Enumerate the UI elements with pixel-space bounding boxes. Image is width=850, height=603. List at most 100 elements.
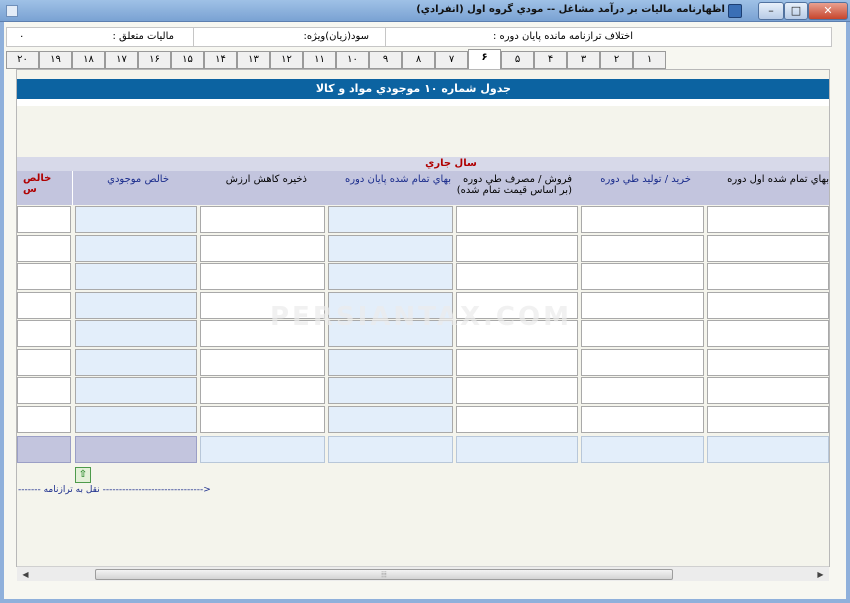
tab-18[interactable]: ۱۸ bbox=[72, 51, 105, 69]
column-header-sales: فروش / مصرف طي دوره (بر اساس قيمت تمام ش… bbox=[457, 174, 572, 196]
minimize-button[interactable]: – bbox=[758, 2, 784, 20]
maximize-button[interactable]: □ bbox=[784, 2, 808, 20]
tab-strip: ۱ ۲ ۳ ۴ ۵ ۶ ۷ ۸ ۹ ۱۰ ۱۱ ۱۲ ۱۳ ۱۴ ۱۵ ۱۶ ۱۷ ۱۸ ۱۹ ۲۰ bbox=[6, 49, 666, 69]
input-cell-net-partial[interactable] bbox=[17, 320, 71, 347]
input-cell-net-inventory[interactable] bbox=[75, 263, 197, 290]
input-cell-closing-cost[interactable] bbox=[328, 234, 453, 262]
title-bar: اظهارنامه ماليات بر درآمد مشاغل -- مودي … bbox=[0, 0, 850, 22]
input-cell-sales[interactable] bbox=[456, 348, 578, 376]
column-header-impairment: ذخيره کاهش ارزش bbox=[225, 174, 307, 185]
input-cell-sales[interactable] bbox=[456, 263, 578, 290]
tab-14[interactable]: ۱۴ bbox=[204, 51, 237, 69]
input-cell-sales[interactable] bbox=[456, 405, 578, 433]
input-cell-closing-cost[interactable] bbox=[328, 377, 453, 404]
tab-19[interactable]: ۱۹ bbox=[39, 51, 72, 69]
input-cell-net-inventory[interactable] bbox=[75, 206, 197, 233]
input-cell-opening-cost[interactable] bbox=[707, 377, 829, 404]
input-cell-purchases[interactable] bbox=[581, 291, 704, 319]
input-cell-purchases[interactable] bbox=[581, 377, 704, 404]
tax-value: ۰ bbox=[19, 31, 25, 42]
input-cell-net-inventory[interactable] bbox=[75, 348, 197, 376]
tab-8[interactable]: ۸ bbox=[402, 51, 435, 69]
total-cell-net-partial bbox=[17, 436, 71, 463]
input-cell-impairment-reserve[interactable] bbox=[200, 263, 325, 290]
left-group-header bbox=[17, 157, 73, 171]
horizontal-scrollbar[interactable]: ◀ ⦙⦙⦙ ▶ bbox=[17, 566, 829, 581]
tab-16[interactable]: ۱۶ bbox=[138, 51, 171, 69]
input-cell-net-partial[interactable] bbox=[17, 377, 71, 404]
input-cell-purchases[interactable] bbox=[581, 320, 704, 347]
scroll-left-icon[interactable]: ◀ bbox=[19, 568, 32, 581]
tab-2[interactable]: ۲ bbox=[600, 51, 633, 69]
tab-7[interactable]: ۷ bbox=[435, 51, 468, 69]
input-cell-closing-cost[interactable] bbox=[328, 263, 453, 290]
input-cell-impairment-reserve[interactable] bbox=[200, 206, 325, 233]
tab-3[interactable]: ۳ bbox=[567, 51, 600, 69]
title-underline bbox=[17, 99, 829, 106]
tab-11[interactable]: ۱۱ bbox=[303, 51, 336, 69]
input-cell-net-inventory[interactable] bbox=[75, 234, 197, 262]
input-cell-opening-cost[interactable] bbox=[707, 320, 829, 347]
total-cell-sales bbox=[456, 436, 578, 463]
watermark: PERSIANTAX.COM bbox=[270, 302, 572, 332]
input-cell-purchases[interactable] bbox=[581, 263, 704, 290]
tab-12[interactable]: ۱۲ bbox=[270, 51, 303, 69]
tab-6[interactable]: ۶ bbox=[468, 49, 501, 69]
summary-bar: اختلاف ترازنامه مانده پايان دوره : سود(ز… bbox=[6, 27, 832, 47]
tab-10[interactable]: ۱۰ bbox=[336, 51, 369, 69]
tab-4[interactable]: ۴ bbox=[534, 51, 567, 69]
tab-13[interactable]: ۱۳ bbox=[237, 51, 270, 69]
tab-15[interactable]: ۱۵ bbox=[171, 51, 204, 69]
input-cell-opening-cost[interactable] bbox=[707, 405, 829, 433]
column-header-opening-cost: بهاي تمام شده اول دوره bbox=[727, 174, 829, 185]
input-cell-net-partial[interactable] bbox=[17, 206, 71, 233]
input-cell-opening-cost[interactable] bbox=[707, 263, 829, 290]
input-cell-net-partial[interactable] bbox=[17, 348, 71, 376]
input-cell-sales[interactable] bbox=[456, 234, 578, 262]
tab-9[interactable]: ۹ bbox=[369, 51, 402, 69]
input-cell-purchases[interactable] bbox=[581, 206, 704, 233]
input-cell-impairment-reserve[interactable] bbox=[200, 405, 325, 433]
app-icon bbox=[728, 4, 742, 18]
input-cell-impairment-reserve[interactable] bbox=[200, 348, 325, 376]
input-cell-opening-cost[interactable] bbox=[707, 206, 829, 233]
input-cell-impairment-reserve[interactable] bbox=[200, 234, 325, 262]
input-cell-net-inventory[interactable] bbox=[75, 405, 197, 433]
current-year-header: سال جاري bbox=[73, 157, 829, 171]
input-cell-impairment-reserve[interactable] bbox=[200, 377, 325, 404]
input-cell-net-inventory[interactable] bbox=[75, 291, 197, 319]
input-cell-net-partial[interactable] bbox=[17, 234, 71, 262]
input-cell-sales[interactable] bbox=[456, 206, 578, 233]
column-header-closing-cost: بهاي تمام شده پايان دوره bbox=[344, 174, 451, 185]
column-header-purchases: خريد / توليد طي دوره bbox=[600, 174, 691, 185]
net-header-bottom: س bbox=[23, 184, 37, 195]
input-cell-purchases[interactable] bbox=[581, 348, 704, 376]
input-cell-purchases[interactable] bbox=[581, 405, 704, 433]
transfer-to-balance-link[interactable]: ------- نقل به ترازنامه ----------------… bbox=[18, 485, 211, 495]
input-cell-net-partial[interactable] bbox=[17, 405, 71, 433]
input-cell-purchases[interactable] bbox=[581, 234, 704, 262]
close-button[interactable]: ✕ bbox=[808, 2, 848, 20]
tab-1[interactable]: ۱ bbox=[633, 51, 666, 69]
input-cell-opening-cost[interactable] bbox=[707, 234, 829, 262]
input-cell-closing-cost[interactable] bbox=[328, 348, 453, 376]
profit-label: سود(زيان)ويژه: bbox=[303, 31, 369, 42]
tax-label: ماليات متعلق : bbox=[112, 31, 174, 42]
tab-17[interactable]: ۱۷ bbox=[105, 51, 138, 69]
input-cell-opening-cost[interactable] bbox=[707, 348, 829, 376]
input-cell-closing-cost[interactable] bbox=[328, 405, 453, 433]
tab-20[interactable]: ۲۰ bbox=[6, 51, 39, 69]
tab-5[interactable]: ۵ bbox=[501, 51, 534, 69]
input-cell-opening-cost[interactable] bbox=[707, 291, 829, 319]
scroll-thumb[interactable]: ⦙⦙⦙ bbox=[95, 569, 673, 580]
total-cell-closing-cost bbox=[328, 436, 453, 463]
transfer-up-icon[interactable]: ⇧ bbox=[75, 467, 91, 483]
scroll-right-icon[interactable]: ▶ bbox=[814, 568, 827, 581]
input-cell-net-partial[interactable] bbox=[17, 291, 71, 319]
input-cell-sales[interactable] bbox=[456, 377, 578, 404]
window-menu-icon[interactable] bbox=[6, 5, 18, 17]
input-cell-net-inventory[interactable] bbox=[75, 377, 197, 404]
input-cell-net-partial[interactable] bbox=[17, 263, 71, 290]
input-cell-net-inventory[interactable] bbox=[75, 320, 197, 347]
input-cell-closing-cost[interactable] bbox=[328, 206, 453, 233]
